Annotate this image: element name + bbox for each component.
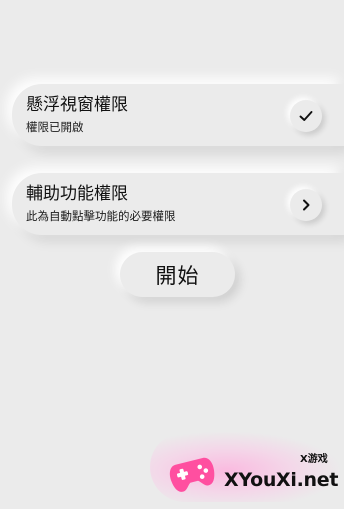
accessibility-permission-card[interactable]: 輔助功能權限 此為自動點擊功能的必要權限 xyxy=(12,173,344,235)
checkmark-icon xyxy=(299,111,313,121)
floating-window-permission-button[interactable] xyxy=(290,100,322,132)
accessibility-permission-button[interactable] xyxy=(290,189,322,221)
floating-window-permission-status: 權限已開啟 xyxy=(26,120,84,134)
accessibility-permission-description: 此為自動點擊功能的必要權限 xyxy=(26,209,176,223)
gamepad-logo-icon xyxy=(169,457,215,492)
start-button[interactable]: 開始 xyxy=(120,252,235,297)
chevron-right-icon xyxy=(303,199,310,211)
accessibility-permission-title: 輔助功能權限 xyxy=(26,184,128,204)
watermark-site-text: XYouXi.net xyxy=(224,469,339,491)
floating-window-permission-title: 懸浮視窗權限 xyxy=(26,95,128,115)
watermark-top-text: X游戏 xyxy=(300,454,328,465)
floating-window-permission-card[interactable]: 懸浮視窗權限 權限已開啟 xyxy=(12,84,344,146)
